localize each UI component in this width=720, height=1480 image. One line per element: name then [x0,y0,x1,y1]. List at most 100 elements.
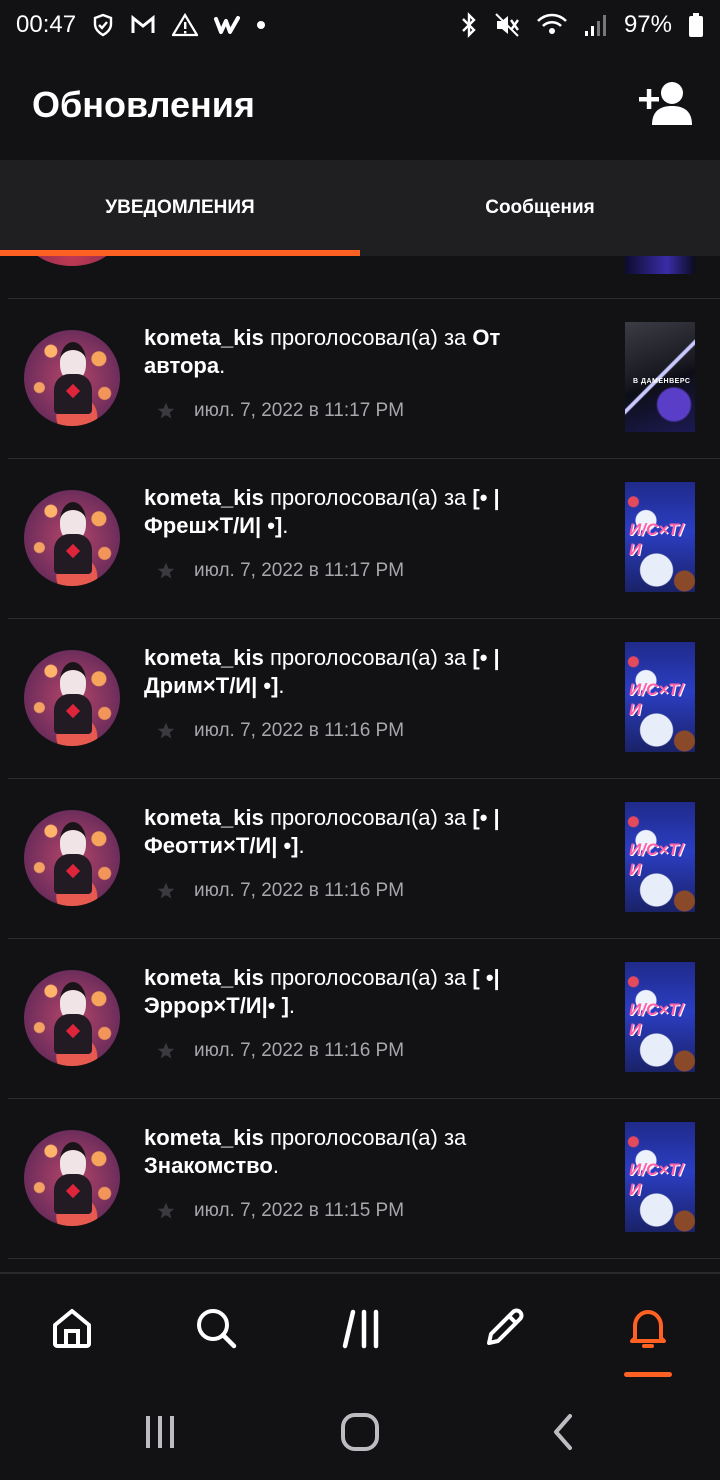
status-bar: 00:47 97% [0,0,720,50]
story-thumbnail[interactable]: И/С×Т/И [625,802,695,912]
avatar[interactable] [24,490,120,586]
action-text: проголосовал(а) за [263,965,473,990]
thumbnail-caption: И/С×Т/И [629,1000,684,1039]
notification-text: kometa_kis проголосовал(а) за [• | Дрим×… [144,644,584,700]
notification-meta: июл. 7, 2022 в 11:17 PM [156,558,404,584]
thumbnail-caption: И/С×Т/И [629,1160,684,1199]
tab-notifications[interactable]: УВЕДОМЛЕНИЯ [0,160,360,256]
tab-messages[interactable]: Сообщения [360,160,720,256]
list-item[interactable]: kometa_kis проголосовал(а) за [ •| Эррор… [8,938,720,1099]
warning-icon [172,13,199,37]
story-thumbnail [625,256,695,274]
back-icon[interactable] [544,1412,584,1452]
active-tab-indicator [624,1372,672,1377]
tab-label: Сообщения [485,197,595,218]
battery-label: 97% [623,11,672,38]
story-thumbnail[interactable]: В ДАМЕНВЕРС [625,322,695,432]
home-circle-icon[interactable] [340,1412,380,1452]
notification-meta: июл. 7, 2022 в 11:16 PM [156,1038,404,1064]
star-icon [156,1201,176,1221]
bottom-nav [0,1272,720,1386]
avatar[interactable] [24,650,120,746]
story-thumbnail[interactable]: И/С×Т/И [625,482,695,592]
list-item-partial[interactable] [8,256,720,299]
list-item[interactable]: kometa_kis проголосовал(а) за Знакомство… [8,1098,720,1259]
tab-label: УВЕДОМЛЕНИЯ [105,197,255,218]
notification-text: kometa_kis проголосовал(а) за [• | Феотт… [144,804,584,860]
avatar[interactable] [24,1130,120,1226]
timestamp: июл. 7, 2022 в 11:16 PM [194,1040,405,1061]
avatar[interactable] [24,810,120,906]
story-thumbnail[interactable]: И/С×Т/И [625,642,695,752]
notification-text: kometa_kis проголосовал(а) за Знакомство… [144,1124,584,1180]
notification-meta: июл. 7, 2022 в 11:17 PM [156,398,404,424]
list-item[interactable]: kometa_kis проголосовал(а) за От автора.… [8,298,720,459]
timestamp: июл. 7, 2022 в 11:16 PM [194,720,405,741]
system-nav-bar [0,1384,720,1480]
dot-icon [256,20,266,30]
notification-text: kometa_kis проголосовал(а) за [• | Фреш×… [144,484,584,540]
tab-bar: УВЕДОМЛЕНИЯ Сообщения [0,160,720,256]
page-title: Обновления [32,84,255,125]
thumbnail-caption: И/С×Т/И [629,520,684,559]
action-text: проголосовал(а) за [263,805,473,830]
period: . [288,993,296,1018]
battery-icon [688,12,704,38]
username-link[interactable]: kometa_kis [144,965,264,990]
pencil-icon[interactable] [476,1304,532,1360]
bell-icon[interactable] [620,1304,676,1360]
bluetooth-icon [460,12,478,38]
avatar[interactable] [24,330,120,426]
star-icon [156,1041,176,1061]
mute-icon [494,12,520,38]
thumbnail-caption: В ДАМЕНВЕРС [633,378,691,385]
thumbnail-caption: И/С×Т/И [629,680,684,719]
wattpad-icon [214,15,241,35]
star-icon [156,401,176,421]
notification-meta: июл. 7, 2022 в 11:16 PM [156,878,404,904]
recents-icon[interactable] [140,1412,180,1452]
action-text: проголосовал(а) за [263,1125,467,1150]
timestamp: июл. 7, 2022 в 11:16 PM [194,880,405,901]
list-item[interactable]: kometa_kis проголосовал(а) за [• | Фреш×… [8,458,720,619]
username-link[interactable]: kometa_kis [144,1125,264,1150]
username-link[interactable]: kometa_kis [144,645,264,670]
library-icon[interactable] [334,1304,390,1360]
notification-list[interactable]: kometa_kis проголосовал(а) за От автора.… [0,256,720,1272]
home-icon[interactable] [44,1304,100,1360]
clock: 00:47 [16,11,77,38]
notification-meta: июл. 7, 2022 в 11:16 PM [156,718,404,744]
star-icon [156,881,176,901]
username-link[interactable]: kometa_kis [144,325,264,350]
notification-meta: июл. 7, 2022 в 11:15 PM [156,1198,404,1224]
add-user-icon[interactable] [638,79,694,132]
notification-text: kometa_kis проголосовал(а) за [ •| Эррор… [144,964,584,1020]
timestamp: июл. 7, 2022 в 11:15 PM [194,1200,405,1221]
action-text: проголосовал(а) за [263,325,473,350]
period: . [298,833,305,858]
avatar [24,256,120,266]
list-item[interactable]: kometa_kis проголосовал(а) за [• | Феотт… [8,778,720,939]
list-item[interactable]: kometa_kis проголосовал(а) за [• | Дрим×… [8,618,720,779]
username-link[interactable]: kometa_kis [144,805,264,830]
thumbnail-caption: И/С×Т/И [629,840,684,879]
period: . [282,513,289,538]
signal-icon [584,13,608,37]
period: . [278,673,285,698]
story-link[interactable]: Знакомство [144,1153,273,1178]
search-icon[interactable] [188,1304,244,1360]
period: . [219,353,226,378]
gmail-icon [130,14,156,36]
story-thumbnail[interactable]: И/С×Т/И [625,1122,695,1232]
story-thumbnail[interactable]: И/С×Т/И [625,962,695,1072]
period: . [272,1153,279,1178]
wifi-icon [536,13,568,37]
action-text: проголосовал(а) за [263,485,473,510]
action-text: проголосовал(а) за [263,645,473,670]
username-link[interactable]: kometa_kis [144,485,264,510]
avatar[interactable] [24,970,120,1066]
star-icon [156,561,176,581]
timestamp: июл. 7, 2022 в 11:17 PM [194,560,405,581]
star-icon [156,721,176,741]
app-header: Обновления [0,50,720,160]
